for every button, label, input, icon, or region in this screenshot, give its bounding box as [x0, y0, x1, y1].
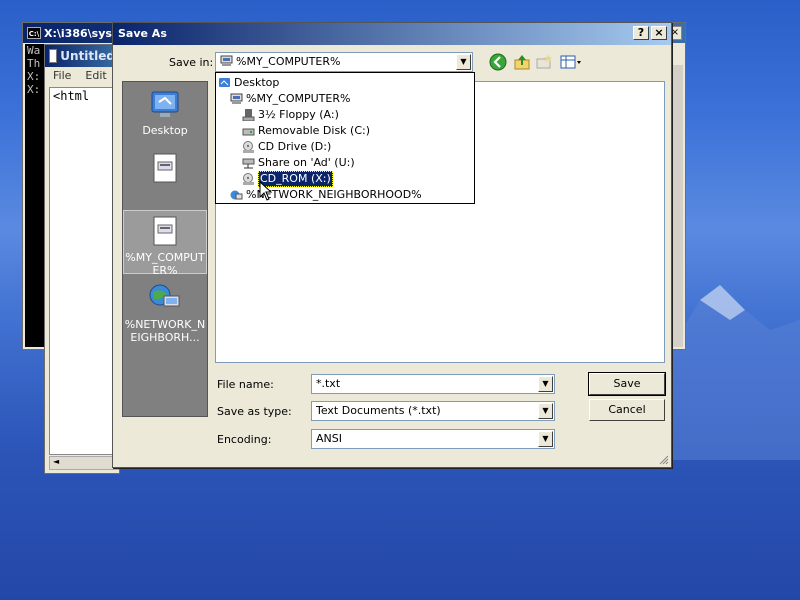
menu-edit[interactable]: Edit — [85, 69, 106, 83]
chevron-down-icon[interactable]: ▼ — [456, 54, 471, 70]
desktop-icon — [219, 77, 230, 87]
notepad-text-area[interactable]: <html — [49, 87, 119, 455]
dropdown-item-cd-drive[interactable]: CD Drive (D:) — [242, 139, 331, 154]
removable-disk-icon — [242, 128, 255, 135]
save-button[interactable]: Save — [588, 372, 666, 396]
close-button[interactable]: × — [651, 26, 667, 40]
console-title: X:\i386\sys — [44, 26, 112, 40]
dropdown-item-label: CD Drive (D:) — [258, 139, 332, 153]
places-bar: Desktop %MY_COMPUTER% %NETWORK_NEIGHBORH… — [122, 81, 208, 417]
dropdown-item-label: %MY_COMPUTER% — [246, 91, 351, 105]
save-in-value: %MY_COMPUTER% — [236, 55, 341, 68]
back-icon[interactable] — [489, 53, 507, 71]
my-computer-icon — [153, 216, 177, 246]
network-icon — [149, 284, 180, 307]
floppy-icon — [242, 108, 255, 121]
dropdown-item-label: Desktop — [234, 75, 280, 89]
save-in-label: Save in: — [169, 56, 214, 69]
console-scrollbar[interactable] — [671, 65, 683, 347]
place-label: %MY_COMPUTER% — [125, 251, 205, 277]
encoding-label: Encoding: — [217, 433, 272, 446]
cd-drive-icon — [243, 140, 254, 153]
network-icon — [230, 190, 243, 199]
dialog-title: Save As — [118, 27, 167, 40]
save-as-type-label: Save as type: — [217, 405, 292, 418]
notepad-title: Untitled — [60, 49, 115, 63]
document-icon — [153, 153, 177, 183]
save-as-dialog[interactable]: Save As ? × Save in: %MY_COMPUTER% ▼ Des… — [112, 22, 672, 468]
place-label: %NETWORK_NEIGHBORH... — [124, 318, 206, 344]
cd-rom-icon — [243, 172, 254, 185]
dropdown-item-label: 3½ Floppy (A:) — [258, 107, 339, 121]
save-in-dropdown-list[interactable]: Desktop %MY_COMPUTER% 3½ Floppy (A:) Rem… — [215, 72, 475, 204]
view-menu-icon[interactable] — [559, 53, 583, 71]
notepad-icon — [49, 49, 58, 63]
dropdown-item-desktop[interactable]: Desktop — [218, 75, 279, 90]
dropdown-item-label: Share on 'Ad' (U:) — [258, 155, 355, 169]
dropdown-item-my-computer[interactable]: %MY_COMPUTER% — [230, 91, 350, 106]
new-folder-icon[interactable] — [535, 53, 553, 71]
dropdown-item-cd-rom[interactable]: CD_ROM (X:) — [242, 170, 333, 187]
notepad-window[interactable]: Untitled File Edit <html ◄ — [44, 44, 120, 474]
notepad-menubar: File Edit — [45, 67, 119, 85]
save-as-type-value: Text Documents (*.txt) — [316, 404, 441, 417]
help-button[interactable]: ? — [633, 26, 649, 40]
dialog-titlebar[interactable]: Save As ? × — [113, 23, 671, 45]
up-folder-icon[interactable] — [513, 53, 531, 71]
encoding-combo[interactable]: ANSI ▼ — [311, 429, 555, 449]
desktop-icon — [151, 91, 179, 117]
cancel-button[interactable]: Cancel — [589, 399, 665, 421]
chevron-down-icon[interactable]: ▼ — [538, 403, 553, 419]
place-documents[interactable] — [123, 148, 207, 188]
save-in-combo[interactable]: %MY_COMPUTER% ▼ — [215, 52, 473, 72]
chevron-down-icon[interactable]: ▼ — [538, 431, 553, 447]
place-my-computer[interactable]: %MY_COMPUTER% — [123, 210, 207, 277]
file-name-combo[interactable]: *.txt ▼ — [311, 374, 555, 394]
menu-file[interactable]: File — [53, 69, 71, 83]
place-desktop[interactable]: Desktop — [123, 86, 207, 137]
computer-icon — [220, 55, 233, 66]
dropdown-item-network-share[interactable]: Share on 'Ad' (U:) — [242, 155, 355, 170]
notepad-horizontal-scrollbar[interactable]: ◄ — [49, 456, 119, 470]
place-network[interactable]: %NETWORK_NEIGHBORH... — [123, 278, 207, 344]
dropdown-item-removable-disk[interactable]: Removable Disk (C:) — [242, 123, 370, 138]
save-as-type-combo[interactable]: Text Documents (*.txt) ▼ — [311, 401, 555, 421]
dropdown-item-floppy[interactable]: 3½ Floppy (A:) — [242, 107, 339, 122]
notepad-titlebar[interactable]: Untitled — [45, 45, 119, 67]
mouse-cursor-icon — [259, 181, 273, 201]
network-share-icon — [242, 158, 255, 168]
file-name-value: *.txt — [316, 377, 341, 390]
console-icon: C:\ — [27, 27, 41, 39]
chevron-down-icon[interactable]: ▼ — [538, 376, 553, 392]
computer-icon — [230, 93, 243, 104]
dropdown-item-label: Removable Disk (C:) — [258, 123, 371, 137]
resize-grip-icon[interactable] — [658, 454, 669, 465]
file-name-label: File name: — [217, 378, 274, 391]
place-label: Desktop — [142, 124, 188, 137]
encoding-value: ANSI — [316, 432, 342, 445]
